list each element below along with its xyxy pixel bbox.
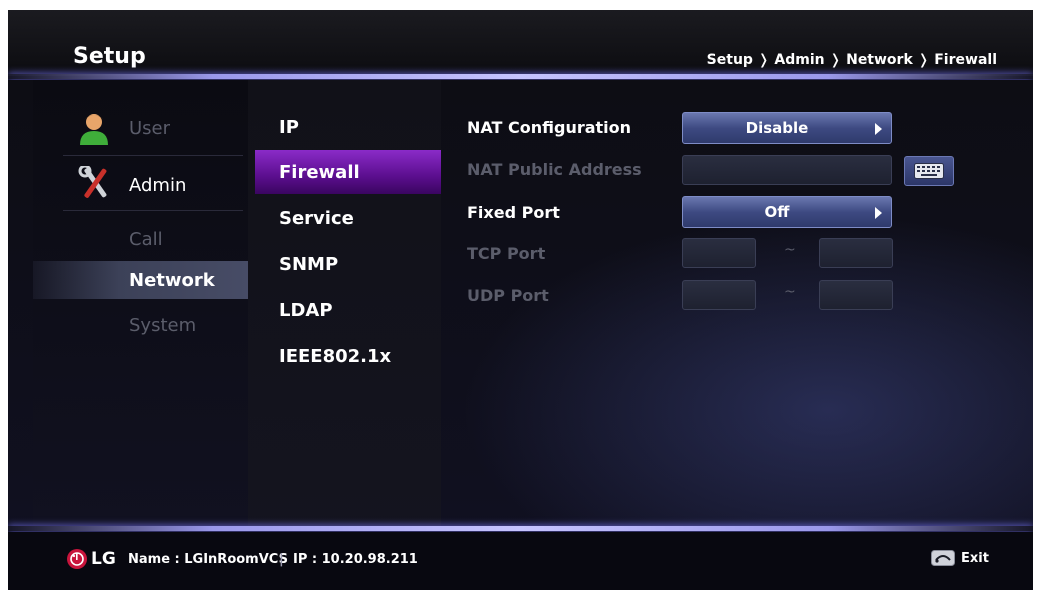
- remote-back-icon: [931, 550, 955, 566]
- submenu-item-service[interactable]: Service: [279, 208, 354, 229]
- fixed-port-select[interactable]: Off: [682, 196, 892, 228]
- submenu-item-ip[interactable]: IP: [279, 117, 299, 138]
- header-bar: Setup Setup ❭ Admin ❭ Network ❭ Firewall: [8, 10, 1033, 76]
- exit-button[interactable]: Exit: [931, 548, 1011, 570]
- arrow-right-icon: [875, 207, 882, 219]
- footer-bar: LG Name : LGInRoomVCS | IP : 10.20.98.21…: [8, 532, 1033, 590]
- keyboard-icon: [914, 163, 944, 179]
- menu-item-network[interactable]: Network: [129, 270, 215, 291]
- submenu-item-firewall[interactable]: Firewall: [279, 162, 360, 183]
- header-divider: [8, 74, 1033, 79]
- breadcrumb: Setup ❭ Admin ❭ Network ❭ Firewall: [706, 52, 997, 68]
- page-title: Setup: [73, 44, 146, 69]
- submenu-item-ldap[interactable]: LDAP: [279, 300, 333, 321]
- udp-port-end-input[interactable]: [819, 280, 893, 310]
- udp-port-separator: ~: [784, 284, 796, 300]
- footer-divider: [8, 526, 1033, 531]
- lg-logo-icon: [67, 549, 87, 569]
- tools-icon: [78, 166, 107, 198]
- exit-label: Exit: [961, 551, 989, 566]
- nat-configuration-select[interactable]: Disable: [682, 112, 892, 144]
- device-name: Name : LGInRoomVCS: [128, 552, 288, 567]
- menu-label-admin: Admin: [129, 175, 187, 196]
- setup-screen: Setup Setup ❭ Admin ❭ Network ❭ Firewall…: [8, 10, 1033, 590]
- device-ip: IP : 10.20.98.211: [293, 552, 418, 567]
- udp-port-label: UDP Port: [467, 286, 549, 305]
- menu-label-user: User: [129, 118, 171, 139]
- nat-public-address-label: NAT Public Address: [467, 160, 642, 179]
- tcp-port-label: TCP Port: [467, 244, 546, 263]
- menu-item-call[interactable]: Call: [129, 229, 163, 250]
- fixed-port-value: Off: [764, 203, 790, 221]
- nat-public-address-input[interactable]: [682, 155, 892, 185]
- menu-item-system[interactable]: System: [129, 315, 196, 336]
- udp-port-start-input[interactable]: [682, 280, 756, 310]
- menu-divider: [63, 155, 243, 156]
- primary-menu-column: [33, 80, 248, 526]
- nat-configuration-label: NAT Configuration: [467, 118, 632, 137]
- tcp-port-end-input[interactable]: [819, 238, 893, 268]
- arrow-right-icon: [875, 123, 882, 135]
- lg-brand: LG: [91, 549, 116, 569]
- tcp-port-start-input[interactable]: [682, 238, 756, 268]
- footer-divider-bar: |: [279, 552, 284, 567]
- user-icon: [80, 114, 108, 145]
- submenu-item-snmp[interactable]: SNMP: [279, 254, 338, 275]
- tcp-port-separator: ~: [784, 242, 796, 258]
- fixed-port-label: Fixed Port: [467, 203, 560, 222]
- keyboard-button[interactable]: [904, 156, 954, 186]
- menu-divider: [63, 210, 243, 211]
- nat-configuration-value: Disable: [745, 119, 809, 137]
- network-menu-column: [248, 80, 441, 526]
- submenu-item-ieee8021x[interactable]: IEEE802.1x: [279, 346, 391, 367]
